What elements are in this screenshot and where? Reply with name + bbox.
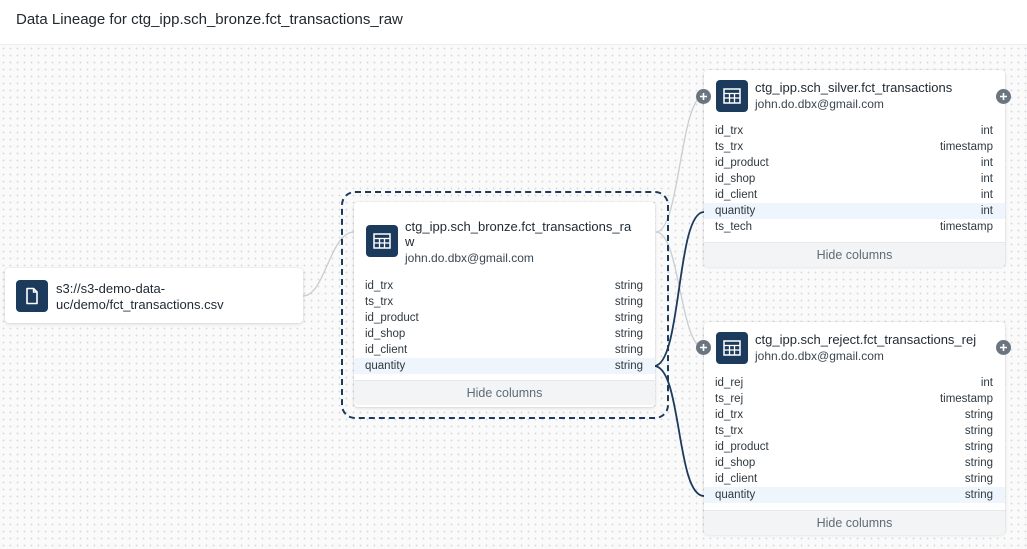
table-node-bronze[interactable]: ctg_ipp.sch_bronze.fct_transactions_raw … xyxy=(354,202,655,407)
column-row[interactable]: id_product int xyxy=(704,155,1005,171)
hide-columns-button[interactable]: Hide columns xyxy=(704,242,1005,267)
file-icon xyxy=(16,280,48,312)
column-row[interactable]: ts_trx timestamp xyxy=(704,139,1005,155)
page-header: Data Lineage for ctg_ipp.sch_bronze.fct_… xyxy=(0,0,1027,45)
table-node-silver[interactable]: ctg_ipp.sch_silver.fct_transactions john… xyxy=(704,70,1005,267)
column-row[interactable]: id_rej int xyxy=(704,375,1005,391)
plus-icon xyxy=(1000,344,1007,351)
table-owner: john.do.dbx@gmail.com xyxy=(755,349,884,363)
table-icon xyxy=(716,332,748,364)
column-row[interactable]: id_shop string xyxy=(354,326,655,342)
column-row[interactable]: id_shop string xyxy=(704,455,1005,471)
column-row[interactable]: ts_tech timestamp xyxy=(704,219,1005,235)
plus-icon xyxy=(700,93,707,100)
column-row[interactable]: id_product string xyxy=(354,310,655,326)
column-row[interactable]: id_shop int xyxy=(704,171,1005,187)
column-list: id_trx int ts_trx timestamp id_product int … xyxy=(704,123,1005,235)
column-row[interactable]: id_trx string xyxy=(704,407,1005,423)
column-row[interactable]: id_product string xyxy=(704,439,1005,455)
column-row[interactable]: id_client int xyxy=(704,187,1005,203)
table-name: ctg_ipp.sch_reject.fct_transactions_rej xyxy=(755,332,977,347)
column-row[interactable]: id_client string xyxy=(704,471,1005,487)
column-list: id_rej int ts_rej timestamp id_trx string t… xyxy=(704,375,1005,503)
expand-downstream-reject-button[interactable] xyxy=(996,340,1011,355)
table-name: ctg_ipp.sch_bronze.fct_transactions_raw xyxy=(405,219,632,249)
table-icon xyxy=(716,80,748,112)
column-row-selected[interactable]: quantity int xyxy=(704,203,1005,219)
column-row-selected[interactable]: quantity string xyxy=(704,487,1005,503)
plus-icon xyxy=(1000,93,1007,100)
source-file-node[interactable]: s3://s3-demo-data-uc/demo/fct_transactio… xyxy=(5,268,303,323)
plus-icon xyxy=(700,344,707,351)
table-icon xyxy=(366,225,398,257)
column-row[interactable]: ts_rej timestamp xyxy=(704,391,1005,407)
column-row[interactable]: id_trx int xyxy=(704,123,1005,139)
column-list: id_trx string ts_trx string id_product stri… xyxy=(354,278,655,374)
expand-upstream-silver-button[interactable] xyxy=(696,89,711,104)
column-row[interactable]: ts_trx string xyxy=(704,423,1005,439)
table-node-reject[interactable]: ctg_ipp.sch_reject.fct_transactions_rej … xyxy=(704,322,1005,535)
table-owner: john.do.dbx@gmail.com xyxy=(405,251,534,265)
column-row[interactable]: id_trx string xyxy=(354,278,655,294)
hide-columns-button[interactable]: Hide columns xyxy=(354,380,655,405)
column-row-selected[interactable]: quantity string xyxy=(354,358,655,374)
column-row[interactable]: ts_trx string xyxy=(354,294,655,310)
expand-downstream-silver-button[interactable] xyxy=(996,89,1011,104)
table-owner: john.do.dbx@gmail.com xyxy=(755,97,884,111)
source-file-path: s3://s3-demo-data-uc/demo/fct_transactio… xyxy=(56,281,224,312)
expand-upstream-reject-button[interactable] xyxy=(696,340,711,355)
hide-columns-button[interactable]: Hide columns xyxy=(704,510,1005,535)
column-row[interactable]: id_client string xyxy=(354,342,655,358)
page-title: Data Lineage for ctg_ipp.sch_bronze.fct_… xyxy=(16,11,403,28)
table-name: ctg_ipp.sch_silver.fct_transactions xyxy=(755,80,953,95)
